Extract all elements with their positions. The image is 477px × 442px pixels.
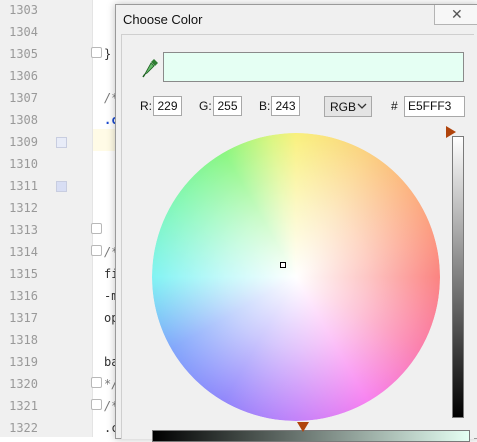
code-text: } (104, 47, 112, 61)
fold-toggle-icon[interactable] (91, 377, 102, 388)
eyedropper-icon[interactable] (142, 57, 160, 79)
color-preview-swatch (163, 52, 464, 82)
alpha-slider[interactable] (152, 430, 470, 442)
choose-color-dialog: Choose Color ✕ R: 229 G: 255 B: 243 RGB … (115, 4, 477, 442)
breakpoint-marker[interactable] (56, 137, 67, 148)
color-wheel[interactable] (152, 133, 440, 421)
b-label: B: (259, 99, 271, 113)
close-icon: ✕ (451, 6, 463, 22)
line-number: 1320 (9, 377, 38, 391)
line-number: 1319 (9, 355, 38, 369)
r-input[interactable]: 229 (153, 96, 182, 116)
line-number: 1313 (9, 223, 38, 237)
line-number: 1321 (9, 399, 38, 413)
alpha-slider-thumb[interactable] (297, 422, 309, 432)
bookmark-marker[interactable] (56, 181, 67, 192)
editor-line[interactable]: 1304 (0, 22, 92, 44)
line-number: 1307 (9, 91, 38, 105)
editor-line[interactable]: 1321 (0, 396, 92, 418)
editor-line[interactable]: 1309 (0, 132, 92, 154)
fold-toggle-icon[interactable] (91, 399, 102, 410)
line-number: 1317 (9, 311, 38, 325)
editor-line[interactable]: 1317 (0, 308, 92, 330)
editor-line[interactable]: 1315 (0, 264, 92, 286)
editor-line[interactable]: 1308 (0, 110, 92, 132)
line-number: 1312 (9, 201, 38, 215)
editor-line[interactable]: 1318 (0, 330, 92, 352)
editor-line[interactable]: 1310 (0, 154, 92, 176)
line-number: 1316 (9, 289, 38, 303)
color-mode-select[interactable]: RGB (324, 96, 372, 117)
editor-line[interactable]: 1316 (0, 286, 92, 308)
line-number: 1311 (9, 179, 38, 193)
line-number: 1315 (9, 267, 38, 281)
color-wheel-cursor[interactable] (280, 262, 286, 268)
line-number: 1309 (9, 135, 38, 149)
line-number: 1310 (9, 157, 38, 171)
r-label: R: (140, 99, 152, 113)
brightness-slider[interactable] (452, 136, 464, 418)
hex-hash-label: # (391, 99, 398, 113)
line-number: 1304 (9, 25, 38, 39)
chevron-down-icon (357, 103, 367, 109)
editor-line[interactable]: 1311 (0, 176, 92, 198)
editor-line[interactable]: 1320 (0, 374, 92, 396)
fold-toggle-icon[interactable] (91, 223, 102, 234)
editor-line[interactable]: 1313 (0, 220, 92, 242)
line-number: 1303 (9, 3, 38, 17)
line-number: 1318 (9, 333, 38, 347)
line-number: 1305 (9, 47, 38, 61)
dialog-title: Choose Color (123, 12, 203, 27)
editor-line[interactable]: 1314 (0, 242, 92, 264)
dialog-content: R: 229 G: 255 B: 243 RGB # E5FFF3 (121, 34, 474, 442)
line-number: 1306 (9, 69, 38, 83)
g-input[interactable]: 255 (213, 96, 242, 116)
hex-input[interactable]: E5FFF3 (404, 96, 465, 117)
editor-line[interactable]: 1312 (0, 198, 92, 220)
line-number: 1322 (9, 421, 38, 435)
fold-toggle-icon[interactable] (91, 245, 102, 256)
dialog-titlebar[interactable]: Choose Color ✕ (116, 5, 477, 33)
fold-toggle-icon[interactable] (91, 47, 102, 58)
editor-line[interactable]: 1307 (0, 88, 92, 110)
editor-line[interactable]: 1303 (0, 0, 92, 22)
line-number: 1314 (9, 245, 38, 259)
brightness-slider-thumb[interactable] (446, 126, 456, 138)
editor-line[interactable]: 1306 (0, 66, 92, 88)
editor-line[interactable]: 1305 (0, 44, 92, 66)
line-number: 1308 (9, 113, 38, 127)
editor-line[interactable]: 1319 (0, 352, 92, 374)
b-input[interactable]: 243 (271, 96, 300, 116)
wheel-saturation-layer (152, 133, 440, 421)
g-label: G: (199, 99, 212, 113)
close-button[interactable]: ✕ (434, 5, 477, 25)
color-mode-value: RGB (330, 100, 357, 114)
